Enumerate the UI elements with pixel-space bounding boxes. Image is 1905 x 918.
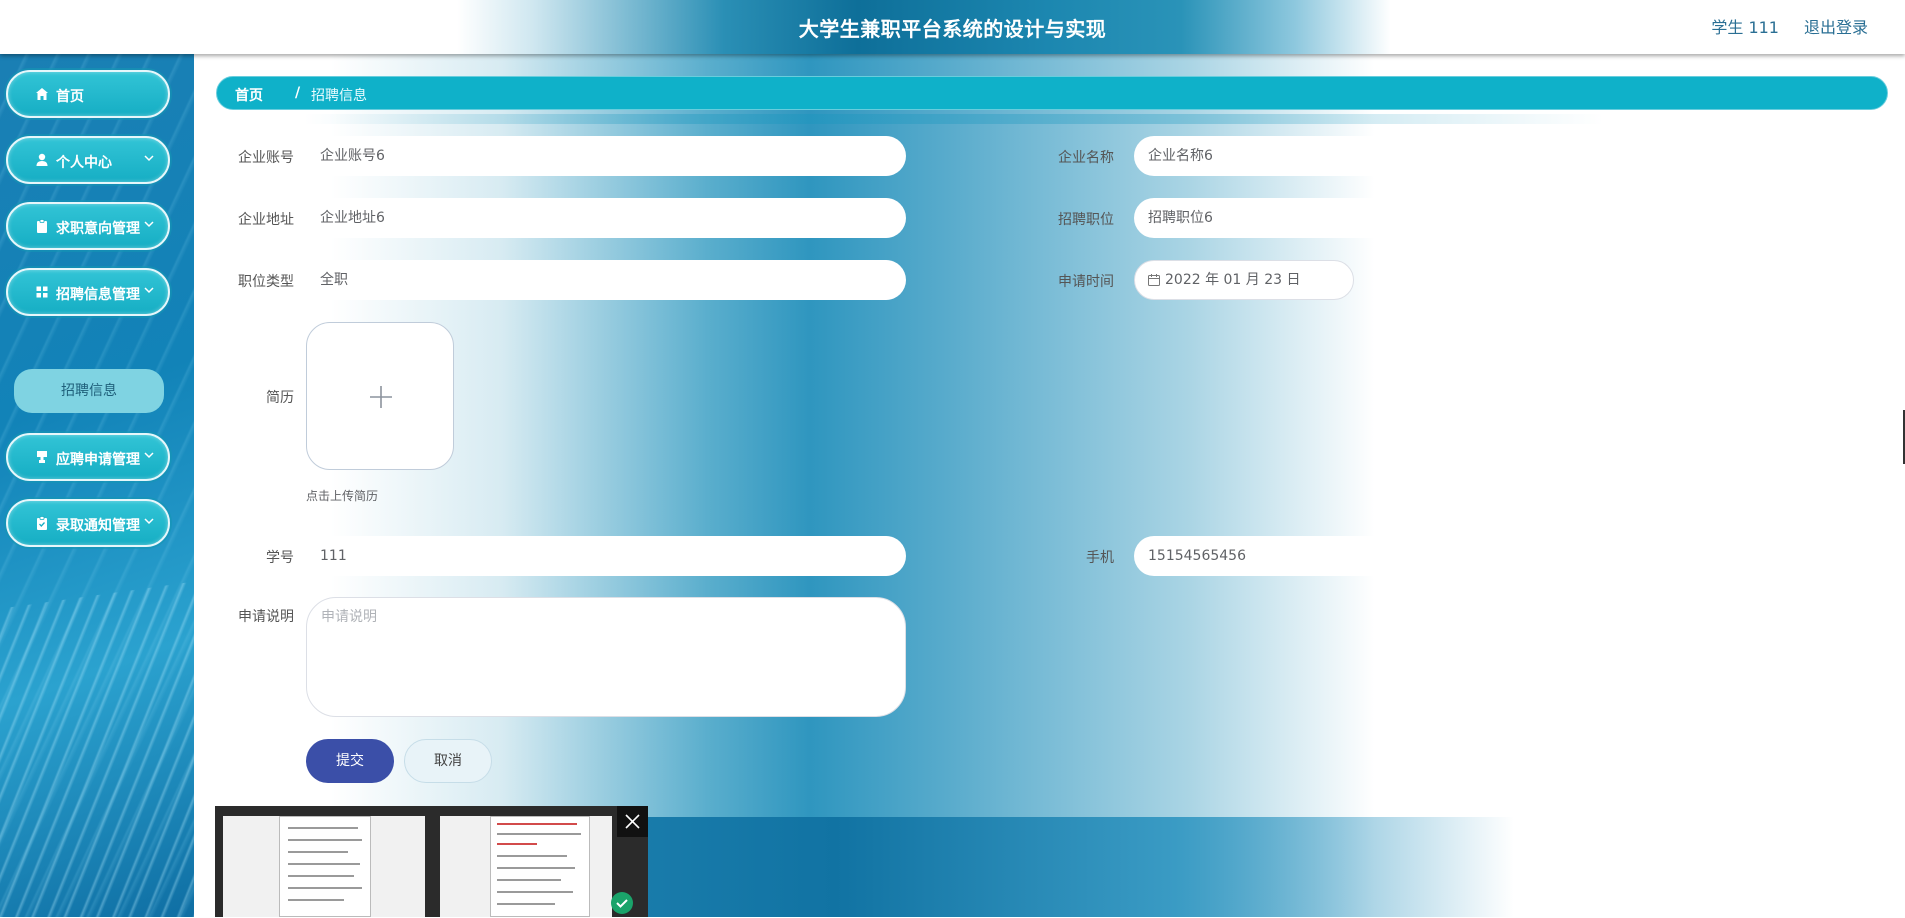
document-page-preview bbox=[279, 816, 371, 917]
job-type-field[interactable]: 全职 bbox=[306, 260, 906, 300]
student-id-label: 学号 bbox=[266, 550, 294, 566]
submit-button[interactable]: 提交 bbox=[306, 739, 394, 783]
phone-label: 手机 bbox=[1086, 550, 1114, 566]
chevron-down-icon bbox=[144, 155, 154, 162]
selected-check-icon bbox=[611, 892, 633, 914]
apply-time-value: 2022 年 01 月 23 日 bbox=[1165, 272, 1301, 288]
breadcrumb-shadow bbox=[304, 114, 1604, 124]
calendar-icon bbox=[1148, 274, 1160, 286]
breadcrumb-separator: / bbox=[295, 85, 301, 101]
sidebar-item-label: 招聘信息管理 bbox=[56, 287, 140, 303]
sidebar-item-label: 录取通知管理 bbox=[56, 518, 140, 534]
company-account-field[interactable]: 企业账号6 bbox=[306, 136, 906, 176]
chevron-down-icon bbox=[144, 452, 154, 459]
close-thumbnails-button[interactable] bbox=[617, 806, 648, 837]
breadcrumb-home[interactable]: 首页 bbox=[235, 85, 263, 105]
sidebar-item-home[interactable]: 首页 bbox=[6, 70, 170, 118]
thumbnail-2[interactable] bbox=[440, 816, 612, 917]
top-bar: 大学生兼职平台系统的设计与实现 学生 111 退出登录 bbox=[0, 0, 1905, 54]
sidebar-item-job-intention[interactable]: 求职意向管理 bbox=[6, 202, 170, 250]
cancel-button[interactable]: 取消 bbox=[404, 739, 492, 783]
resume-label: 简历 bbox=[266, 390, 294, 406]
position-field[interactable]: 招聘职位6 bbox=[1134, 198, 1534, 238]
sidebar-item-label: 首页 bbox=[56, 89, 84, 105]
apply-time-picker[interactable]: 2022 年 01 月 23 日 bbox=[1134, 260, 1354, 300]
main-content: 首页 / 招聘信息 企业账号 企业账号6 企业名称 企业名称6 企业地址 企业地… bbox=[194, 54, 1905, 917]
sidebar-item-label: 应聘申请管理 bbox=[56, 452, 140, 468]
document-page-preview bbox=[490, 816, 590, 917]
chevron-down-icon bbox=[144, 287, 154, 294]
company-address-field[interactable]: 企业地址6 bbox=[306, 198, 906, 238]
position-label: 招聘职位 bbox=[1058, 212, 1114, 228]
logout-link[interactable]: 退出登录 bbox=[1804, 14, 1868, 38]
close-icon bbox=[625, 814, 640, 829]
sidebar-subitem-recruitment-info[interactable]: 招聘信息 bbox=[14, 369, 164, 413]
grid-icon bbox=[36, 286, 48, 298]
chevron-down-icon bbox=[144, 221, 154, 228]
sidebar-item-admission-notice[interactable]: 录取通知管理 bbox=[6, 499, 170, 547]
breadcrumb: 首页 / 招聘信息 bbox=[216, 76, 1888, 110]
current-user: 学生 111 bbox=[1711, 18, 1779, 37]
sidebar: 首页 个人中心 求职意向管理 招聘信息管理 招聘信息 应聘申请管理 录取通知管理 bbox=[0, 54, 194, 917]
apply-time-label: 申请时间 bbox=[1058, 274, 1114, 290]
sidebar-item-recruitment-management[interactable]: 招聘信息管理 bbox=[6, 268, 170, 316]
company-name-field[interactable]: 企业名称6 bbox=[1134, 136, 1534, 176]
thumbnail-1[interactable] bbox=[223, 816, 425, 917]
sidebar-item-personal-center[interactable]: 个人中心 bbox=[6, 136, 170, 184]
company-name-label: 企业名称 bbox=[1058, 150, 1114, 166]
home-icon bbox=[36, 88, 48, 100]
student-id-field[interactable]: 111 bbox=[306, 536, 906, 576]
resume-upload[interactable] bbox=[306, 322, 454, 470]
resume-upload-tip: 点击上传简历 bbox=[306, 489, 379, 503]
company-address-label: 企业地址 bbox=[238, 212, 294, 228]
chevron-down-icon bbox=[144, 518, 154, 525]
sidebar-item-label: 个人中心 bbox=[56, 155, 112, 171]
clipboard-icon bbox=[37, 219, 47, 233]
plus-icon bbox=[370, 386, 392, 408]
clipboard-check-icon bbox=[37, 516, 47, 530]
sidebar-item-label: 求职意向管理 bbox=[56, 221, 140, 237]
company-account-label: 企业账号 bbox=[238, 150, 294, 166]
sidebar-item-application-management[interactable]: 应聘申请管理 bbox=[6, 433, 170, 481]
description-textarea[interactable]: 申请说明 bbox=[306, 597, 906, 717]
phone-field[interactable]: 15154565456 bbox=[1134, 536, 1534, 576]
breadcrumb-current: 招聘信息 bbox=[311, 88, 367, 104]
user-icon bbox=[36, 153, 48, 166]
thumbnail-popup bbox=[215, 806, 648, 917]
description-label: 申请说明 bbox=[238, 609, 294, 625]
stamp-icon bbox=[37, 451, 47, 463]
job-type-label: 职位类型 bbox=[238, 274, 294, 290]
app-title: 大学生兼职平台系统的设计与实现 bbox=[798, 17, 1107, 41]
